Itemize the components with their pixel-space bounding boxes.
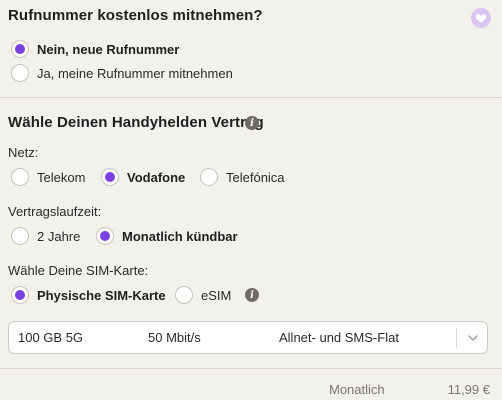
radio-label: Telefónica — [226, 169, 285, 185]
select-separator — [456, 328, 457, 348]
tariff-speed: 50 Mbit/s — [148, 330, 201, 345]
info-icon[interactable]: i — [245, 116, 259, 130]
radio-button[interactable] — [96, 227, 114, 245]
sim-card-label: Wähle Deine SIM-Karte: — [8, 263, 149, 278]
radio-network-telekom[interactable]: Telekom — [11, 168, 85, 186]
radio-button[interactable] — [175, 286, 193, 304]
radio-label: Ja, meine Rufnummer mitnehmen — [37, 65, 233, 81]
radio-button[interactable] — [11, 64, 29, 82]
tariff-data-volume: 100 GB 5G — [18, 330, 84, 345]
radio-label: Nein, neue Rufnummer — [37, 41, 180, 57]
sim-info-icon[interactable]: i — [245, 288, 259, 302]
radio-keep-number[interactable]: Ja, meine Rufnummer mitnehmen — [11, 64, 233, 82]
favorite-heart-button[interactable] — [471, 8, 491, 28]
number-porting-title: Rufnummer kostenlos mitnehmen? — [8, 7, 263, 24]
radio-label: eSIM — [201, 287, 232, 303]
radio-button[interactable] — [101, 168, 119, 186]
radio-label: Physische SIM-Karte — [37, 287, 166, 303]
radio-label: 2 Jahre — [37, 228, 81, 244]
tariff-flat: Allnet- und SMS-Flat — [279, 330, 399, 345]
summary-divider — [0, 368, 502, 369]
section-divider — [0, 97, 502, 98]
radio-button[interactable] — [11, 227, 29, 245]
radio-sim-physical[interactable]: Physische SIM-Karte — [11, 286, 166, 304]
chevron-down-icon[interactable] — [466, 331, 480, 345]
monthly-price: 11,99 € — [447, 382, 490, 397]
radio-term-2-years[interactable]: 2 Jahre — [11, 227, 80, 245]
radio-button[interactable] — [11, 286, 29, 304]
radio-button[interactable] — [200, 168, 218, 186]
radio-button[interactable] — [11, 168, 29, 186]
radio-network-telefonica[interactable]: Telefónica — [200, 168, 285, 186]
heart-icon — [475, 14, 487, 23]
radio-label: Vodafone — [127, 169, 186, 185]
monthly-label: Monatlich — [329, 382, 385, 397]
radio-button[interactable] — [11, 40, 29, 58]
network-label: Netz: — [8, 145, 39, 160]
tariff-select[interactable]: 100 GB 5G 50 Mbit/s Allnet- und SMS-Flat — [8, 321, 488, 354]
radio-new-number[interactable]: Nein, neue Rufnummer — [11, 40, 179, 58]
contract-title: Wähle Deinen Handyhelden Vertrag — [8, 114, 264, 131]
radio-sim-esim[interactable]: eSIM — [175, 286, 231, 304]
radio-term-monthly[interactable]: Monatlich kündbar — [96, 227, 238, 245]
radio-label: Monatlich kündbar — [122, 228, 238, 244]
radio-label: Telekom — [37, 169, 86, 185]
radio-network-vodafone[interactable]: Vodafone — [101, 168, 185, 186]
contract-term-label: Vertragslaufzeit: — [8, 204, 102, 219]
